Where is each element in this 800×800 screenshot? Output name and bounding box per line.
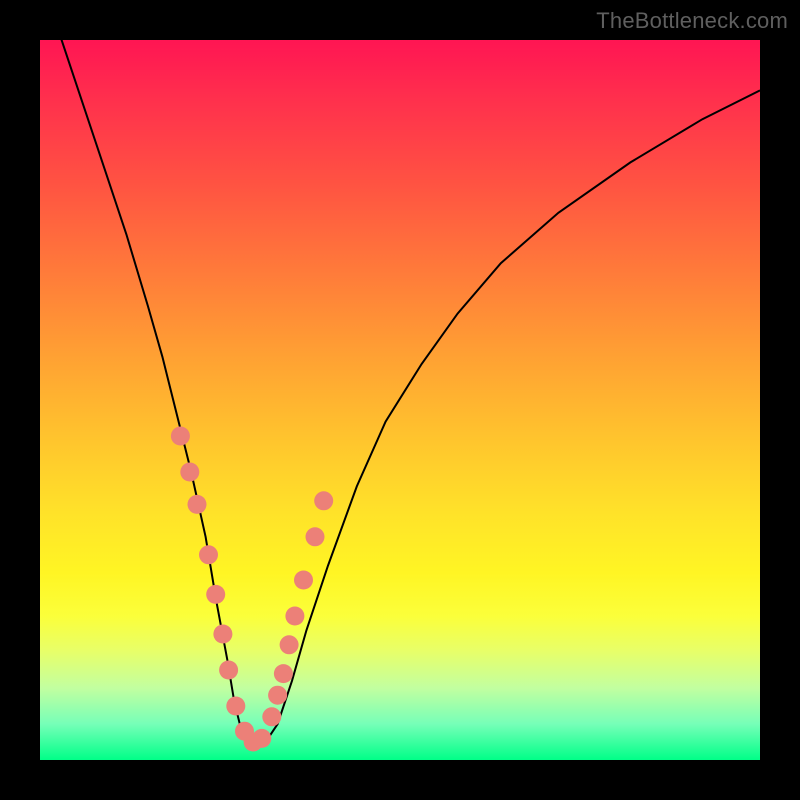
highlight-dot	[226, 697, 245, 716]
highlight-dot	[280, 635, 299, 654]
highlight-dot	[285, 607, 304, 626]
highlight-dot	[188, 495, 207, 514]
highlight-dot	[306, 527, 325, 546]
highlight-dot	[171, 427, 190, 446]
highlight-dot	[206, 585, 225, 604]
highlight-dot	[213, 625, 232, 644]
highlight-dot	[314, 491, 333, 510]
highlight-dot	[262, 707, 281, 726]
bottleneck-curve-line	[40, 40, 760, 746]
highlight-dot	[294, 571, 313, 590]
watermark-text: TheBottleneck.com	[596, 8, 788, 34]
highlight-dot	[180, 463, 199, 482]
highlight-dots-group	[171, 427, 333, 752]
plot-area	[40, 40, 760, 760]
highlight-dot	[274, 664, 293, 683]
highlight-dot	[268, 686, 287, 705]
chart-svg	[40, 40, 760, 760]
chart-frame: TheBottleneck.com	[0, 0, 800, 800]
highlight-dot	[219, 661, 238, 680]
highlight-dot	[252, 729, 271, 748]
highlight-dot	[199, 545, 218, 564]
